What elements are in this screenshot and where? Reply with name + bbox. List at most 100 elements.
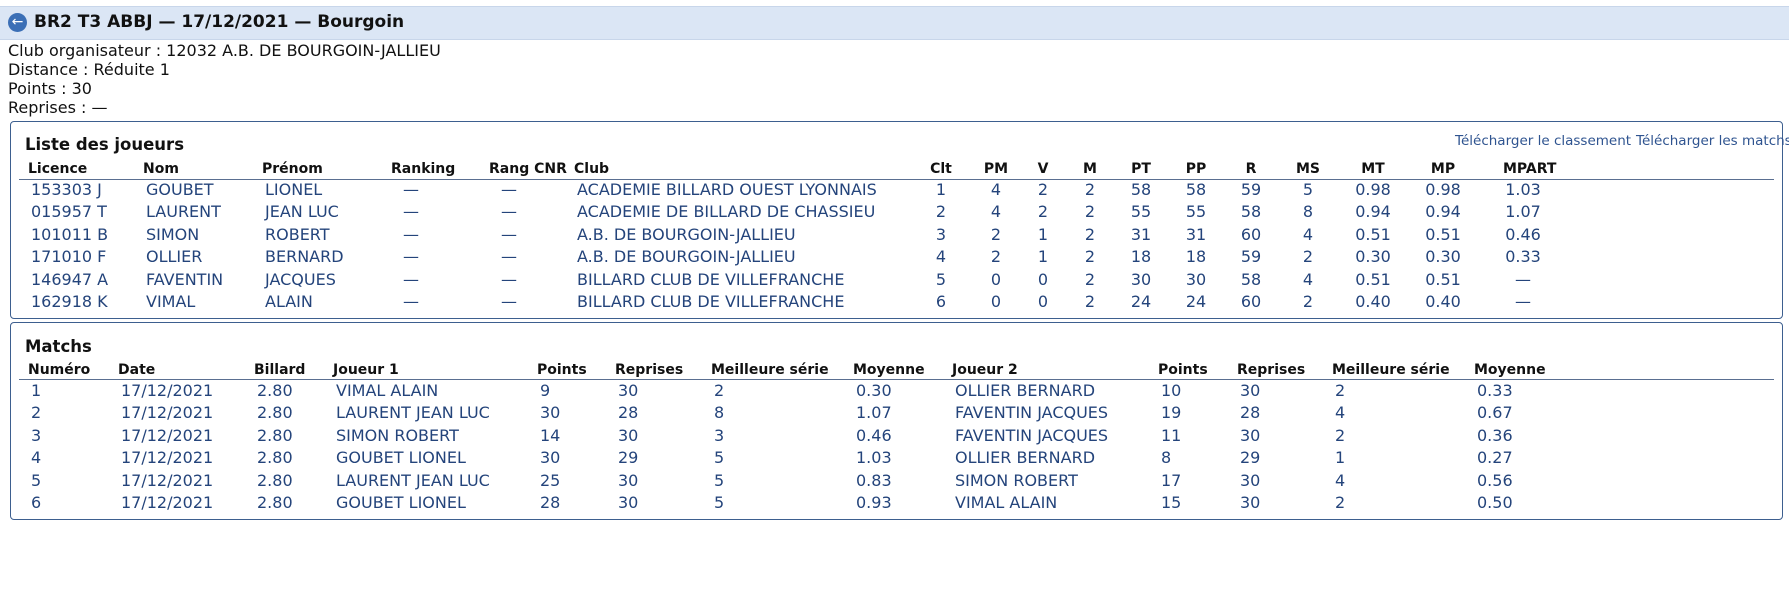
table-row[interactable]: 3 17/12/2021 2.80 SIMON ROBERT 14 30 3 0.46 FAVE… [11, 426, 1782, 451]
cell-moyenne1: 1.03 [856, 448, 892, 468]
table-row[interactable]: 153303 J GOUBET LIONEL — — ACADEMIE BILLARD O… [11, 180, 1782, 205]
cell-reprises2: 28 [1240, 403, 1261, 423]
cell-mpart: — [1515, 269, 1531, 289]
cell-prenom: ALAIN [265, 292, 313, 311]
cell-joueur1: SIMON ROBERT [336, 425, 459, 445]
cell-joueur2: OLLIER BERNARD [955, 381, 1096, 400]
cell-meilleure-serie2: 4 [1335, 470, 1346, 490]
col-header-licence: Licence [28, 161, 88, 177]
cell-club: BILLARD CLUB DE VILLEFRANCHE [577, 269, 845, 289]
cell-licence: 153303 J [31, 180, 102, 199]
table-row[interactable]: 2 17/12/2021 2.80 LAURENT JEAN LUC 30 28 8 1.07… [11, 403, 1782, 428]
cell-mpart: — [1515, 292, 1531, 311]
cell-numero: 1 [31, 381, 42, 400]
table-row[interactable]: 1 17/12/2021 2.80 VIMAL ALAIN 9 30 2 0.30 OLLIER… [11, 381, 1782, 406]
cell-mp: 0.94 [1425, 202, 1461, 222]
col-header-r: R [1245, 161, 1257, 177]
cell-joueur1: GOUBET LIONEL [336, 448, 466, 468]
cell-reprises2: 30 [1240, 470, 1261, 490]
cell-moyenne1: 1.07 [856, 403, 892, 423]
cell-points2: 8 [1161, 448, 1172, 468]
table-row[interactable]: 162918 K VIMAL ALAIN — — BILLARD CLUB DE VILL… [11, 292, 1782, 317]
cell-licence: 015957 T [31, 202, 107, 222]
cell-reprises1: 30 [618, 381, 639, 400]
download-matches-link[interactable]: Télécharger les matchs [1636, 133, 1789, 149]
cell-reprises2: 29 [1240, 448, 1261, 468]
cell-moyenne2: 0.27 [1477, 448, 1513, 468]
col-header-ms: MS [1295, 161, 1320, 177]
download-ranking-link[interactable]: Télécharger le classement [1455, 133, 1631, 149]
club-organizer: Club organisateur : 12032 A.B. DE BOURGO… [8, 41, 441, 60]
cell-moyenne1: 0.46 [856, 425, 892, 445]
cell-prenom: LIONEL [265, 180, 323, 199]
back-arrow-icon[interactable]: ← [8, 13, 27, 32]
cell-points1: 30 [540, 448, 561, 468]
reprises: Reprises : — [8, 98, 108, 117]
cell-reprises1: 30 [618, 470, 639, 490]
cell-licence: 146947 A [31, 269, 109, 289]
col-header-reprises1: Reprises [615, 362, 684, 378]
cell-moyenne2: 0.56 [1477, 470, 1513, 490]
cell-nom: OLLIER [146, 247, 203, 267]
table-row[interactable]: 146947 A FAVENTIN JACQUES — — BILLARD CLUB DE… [11, 270, 1782, 295]
col-header-pt: PT [1131, 161, 1151, 177]
cell-reprises2: 30 [1240, 381, 1261, 400]
cell-prenom: ROBERT [265, 224, 330, 244]
table-row[interactable]: 101011 B SIMON ROBERT — — A.B. DE BOURGOIN-JA… [11, 225, 1782, 250]
cell-reprises2: 30 [1240, 493, 1261, 512]
cell-date: 17/12/2021 [121, 425, 214, 445]
col-header-billard: Billard [254, 362, 306, 378]
cell-nom: FAVENTIN [146, 269, 224, 289]
table-row[interactable]: 6 17/12/2021 2.80 GOUBET LIONEL 28 30 5 0.93 VIM… [11, 493, 1782, 518]
cell-meilleure-serie2: 4 [1335, 403, 1346, 423]
col-header-ranking: Ranking [391, 161, 456, 177]
table-row[interactable]: 015957 T LAURENT JEAN LUC — — ACADEMIE DE BIL… [11, 202, 1782, 227]
cell-mpart: 0.33 [1505, 247, 1541, 267]
cell-club: BILLARD CLUB DE VILLEFRANCHE [577, 292, 845, 311]
matches-header-divider [19, 379, 1774, 380]
distance: Distance : Réduite 1 [8, 60, 170, 79]
cell-billard: 2.80 [257, 425, 293, 445]
col-header-m: M [1083, 161, 1097, 177]
cell-prenom: JACQUES [265, 269, 336, 289]
cell-moyenne2: 0.36 [1477, 425, 1513, 445]
cell-mt: 0.40 [1355, 292, 1391, 311]
cell-rang-cnr: — [501, 269, 517, 289]
cell-numero: 2 [31, 403, 42, 423]
col-header-pm: PM [983, 161, 1009, 177]
col-header-v: V [1037, 161, 1049, 177]
col-header-joueur1: Joueur 1 [333, 362, 399, 378]
table-row[interactable]: 171010 F OLLIER BERNARD — — A.B. DE BOURGOIN-… [11, 247, 1782, 272]
cell-joueur2: FAVENTIN JACQUES [955, 425, 1109, 445]
cell-rang-cnr: — [501, 202, 517, 222]
cell-meilleure-serie2: 2 [1335, 493, 1346, 512]
col-header-pp: PP [1185, 161, 1207, 177]
cell-billard: 2.80 [257, 448, 293, 468]
cell-numero: 3 [31, 425, 42, 445]
cell-mt: 0.98 [1355, 180, 1391, 199]
cell-points1: 9 [540, 381, 551, 400]
cell-joueur2: OLLIER BERNARD [955, 448, 1096, 468]
cell-nom: SIMON [146, 224, 200, 244]
cell-date: 17/12/2021 [121, 403, 214, 423]
cell-ranking: — [403, 269, 419, 289]
cell-meilleure-serie1: 8 [714, 403, 725, 423]
matches-title: Matchs [25, 337, 92, 356]
col-header-points1: Points [537, 362, 587, 378]
cell-rang-cnr: — [501, 247, 517, 267]
cell-licence: 171010 F [31, 247, 107, 267]
cell-rang-cnr: — [501, 224, 517, 244]
matches-panel: Matchs Numéro Date Billard Joueur 1 Points Re… [10, 322, 1783, 520]
col-header-points2: Points [1158, 362, 1208, 378]
cell-moyenne2: 0.67 [1477, 403, 1513, 423]
col-header-rang-cnr: Rang CNR [489, 161, 567, 177]
table-row[interactable]: 5 17/12/2021 2.80 LAURENT JEAN LUC 25 30 5 0.83… [11, 471, 1782, 496]
col-header-meilleure-serie2: Meilleure série [1332, 362, 1450, 378]
table-row[interactable]: 4 17/12/2021 2.80 GOUBET LIONEL 30 29 5 1.03 OLL… [11, 448, 1782, 473]
cell-nom: GOUBET [146, 180, 214, 199]
col-header-reprises2: Reprises [1237, 362, 1306, 378]
cell-points1: 30 [540, 403, 561, 423]
title-bar: ← BR2 T3 ABBJ — 17/12/2021 — Bourgoin [0, 6, 1789, 40]
cell-numero: 4 [31, 448, 42, 468]
cell-club: ACADEMIE BILLARD OUEST LYONNAIS [577, 180, 877, 199]
